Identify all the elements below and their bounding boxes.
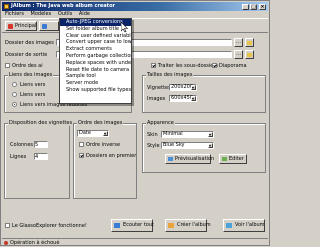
mouse-cursor-icon	[121, 22, 129, 33]
liens-opt1-label: Liens vers	[20, 82, 46, 88]
menu-outils[interactable]: Outils	[58, 11, 72, 17]
menu-item-server-mode[interactable]: Server mode	[60, 80, 131, 87]
menu-item-clear-vars[interactable]: Clear user defined variables	[60, 33, 131, 40]
home-icon	[8, 24, 13, 29]
open-sortie-button[interactable]	[245, 50, 254, 59]
menu-modeles[interactable]: Modèles	[31, 11, 52, 17]
menu-item-reset-date[interactable]: Reset file date to camera date	[60, 67, 131, 74]
menu-bar: Fichiers Modèles Outils Aide	[2, 11, 268, 18]
creer-album-button[interactable]: Créer l'album	[165, 219, 211, 232]
sous-dossiers-label: Traiter les sous-dossiers	[158, 63, 218, 69]
ordre-select[interactable]: Date	[77, 130, 109, 137]
menu-item-convert-case[interactable]: Convert upper case to lower case	[60, 39, 131, 46]
open-images-button[interactable]	[245, 38, 254, 47]
maximize-button[interactable]: □	[250, 4, 257, 10]
play-icon	[114, 223, 120, 228]
app-window: JAlbum : The Java web album creator _ □ …	[0, 0, 270, 246]
minimize-button[interactable]: _	[242, 4, 249, 10]
view-icon	[226, 223, 232, 228]
menu-item-supported-types[interactable]: Show supported file types	[60, 87, 131, 94]
dossier-images-label: Dossier des images	[5, 40, 54, 46]
ordre-inverse-checkbox[interactable]	[79, 142, 84, 147]
voir-album-button[interactable]: Voir l'album	[223, 219, 265, 232]
preview-icon	[168, 157, 173, 161]
sous-dossiers-checkbox[interactable]	[151, 63, 156, 68]
dossier-sortie-label: Dossier de sortie	[5, 52, 48, 58]
menu-item-garbage-collection[interactable]: Perform garbage collection	[60, 53, 131, 60]
close-button[interactable]: ×	[259, 4, 266, 10]
tailles-group-title: Tailles des images	[146, 72, 194, 78]
window-title: JAlbum : The Java web album creator	[11, 3, 115, 9]
images-select[interactable]: 600x450	[169, 95, 197, 102]
vignettes-label: Vignettes	[147, 85, 171, 91]
liens-group-title: Liens des images	[8, 72, 54, 78]
previsualisation-button[interactable]: Prévisualisation	[165, 154, 214, 164]
liens-opt2-label: Liens vers	[20, 92, 46, 98]
chevron-down-icon	[191, 96, 196, 101]
edit-icon	[222, 157, 227, 161]
tab-secondary[interactable]	[39, 21, 59, 31]
liens-radio-3[interactable]	[12, 102, 17, 107]
menu-aide[interactable]: Aide	[79, 11, 90, 17]
lignes-label: Lignes	[10, 154, 27, 160]
style-select[interactable]: Blue Sky	[161, 142, 214, 149]
tailles-group: Tailles des images	[142, 72, 266, 113]
ordre-images-group-title: Ordre des images	[77, 120, 124, 126]
ordre-label: Ordre des ai	[12, 63, 43, 69]
settings-icon	[42, 24, 47, 29]
tab-principal[interactable]: Principal	[5, 21, 37, 31]
status-bar: Opération à échoué	[2, 238, 268, 246]
dossiers-premier-label: Dossiers en premier	[86, 153, 137, 159]
diaporama-label: Diaporama	[219, 63, 247, 69]
diaporama-checkbox[interactable]	[212, 63, 217, 68]
chevron-down-icon	[103, 131, 108, 136]
toolbar: Principal	[2, 18, 268, 33]
client-label: Le GlassoExplorer fonctionne!	[12, 223, 87, 229]
error-icon	[4, 241, 8, 245]
chevron-down-icon	[191, 85, 196, 90]
disposition-group-title: Disposition des vignettes	[8, 120, 74, 126]
chevron-down-icon	[208, 132, 213, 137]
chevron-down-icon	[208, 143, 213, 148]
browse-images-button[interactable]: …	[234, 38, 243, 47]
browse-sortie-button[interactable]: …	[234, 50, 243, 59]
vignettes-select[interactable]: 200x200	[169, 84, 197, 91]
ordre-checkbox[interactable]	[5, 63, 10, 68]
app-icon	[4, 4, 9, 9]
skin-label: Skin	[147, 132, 158, 138]
dossiers-premier-checkbox[interactable]	[79, 153, 84, 158]
folder-icon	[247, 41, 252, 45]
lignes-input[interactable]: 4	[34, 153, 48, 160]
menu-item-sample-tool[interactable]: Sample tool	[60, 73, 131, 80]
images-label: Images	[147, 96, 166, 102]
ecouter-button[interactable]: Ecouter tout	[111, 219, 154, 232]
ordre-inverse-label: Ordre inverse	[86, 142, 121, 148]
liens-radio-2[interactable]	[12, 92, 17, 97]
menu-fichiers[interactable]: Fichiers	[5, 11, 24, 17]
menu-item-extract-comments[interactable]: Extract comments	[60, 46, 131, 53]
title-bar: JAlbum : The Java web album creator _ □ …	[2, 2, 268, 11]
colonnes-label: Colonnes	[10, 142, 34, 148]
status-text: Opération à échoué	[10, 240, 60, 246]
skin-select[interactable]: Minimal	[161, 131, 214, 138]
liens-radio-1[interactable]	[12, 82, 17, 87]
disposition-group: Disposition des vignettes	[4, 120, 74, 199]
apparence-group-title: Apparence	[146, 120, 175, 126]
colonnes-input[interactable]: 5	[34, 141, 48, 148]
editer-button[interactable]: Editer	[219, 154, 247, 164]
style-label: Style	[147, 143, 160, 149]
folder-icon	[247, 53, 252, 57]
client-checkbox[interactable]	[5, 223, 10, 228]
menu-item-replace-spaces[interactable]: Replace spaces with underscores	[60, 60, 131, 67]
create-icon	[168, 223, 174, 228]
